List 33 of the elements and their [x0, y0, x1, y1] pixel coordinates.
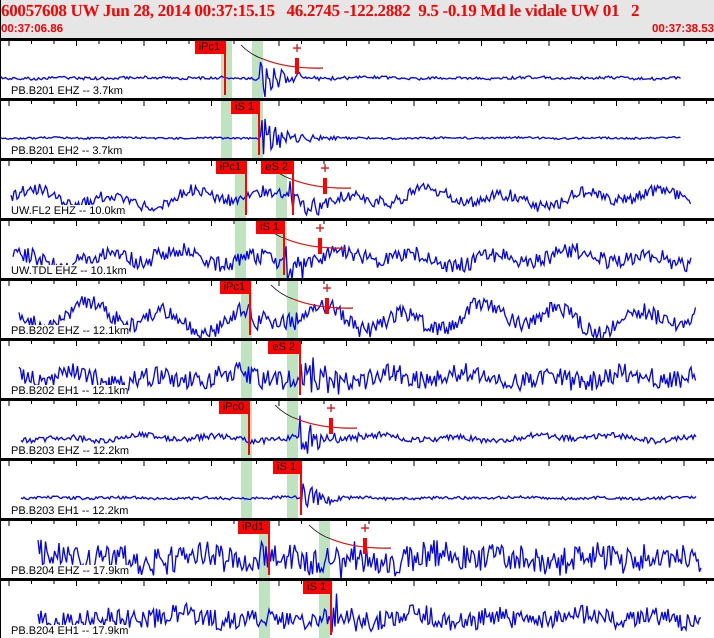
pick-line — [258, 101, 260, 155]
start-time: 00:37:06.86 — [1, 22, 64, 36]
pick-label[interactable]: iS 1 — [231, 101, 258, 114]
pick-label[interactable]: iPc1 — [220, 281, 249, 294]
pick-line — [249, 281, 251, 335]
trace-label: UW.TDL EHZ -- 10.1km — [11, 265, 127, 278]
pick-line — [248, 401, 250, 455]
pick-line — [299, 341, 301, 395]
pick-window — [221, 101, 232, 158]
event-title: 60057608 UW Jun 28, 2014 00:37:15.15 46.2745 -122.2882 9.5 -0.19 Md le vidale UW 01 2 — [1, 0, 640, 22]
pick-window — [259, 581, 270, 638]
pick-window — [235, 221, 246, 278]
pick-window — [241, 461, 252, 518]
pick-window — [287, 401, 298, 458]
pick-line — [283, 221, 285, 275]
pick-line — [245, 161, 247, 215]
pick-label[interactable]: iPc1 — [216, 161, 245, 174]
trace-label: PB.B202 EHZ -- 12.1km — [11, 325, 129, 338]
pick-label[interactable]: iPc1 — [194, 41, 224, 54]
pick-window — [252, 41, 263, 98]
pick-line — [300, 461, 302, 515]
pick-label[interactable]: eS 2 — [268, 341, 299, 354]
pick-line — [268, 521, 270, 575]
pick-label[interactable]: eS 2 — [261, 161, 292, 174]
pick-line — [224, 41, 226, 95]
pick-label[interactable]: iS 1 — [256, 221, 283, 234]
pick-label[interactable]: iS 1 — [303, 581, 330, 594]
end-time: 00:37:38.53 — [652, 22, 714, 36]
pick-label[interactable]: iPd1 — [238, 521, 268, 534]
pick-line — [330, 581, 332, 635]
pick-label[interactable]: iS 1 — [273, 461, 300, 474]
pick-label[interactable]: iPc0 — [218, 401, 248, 414]
pick-line — [292, 161, 294, 215]
